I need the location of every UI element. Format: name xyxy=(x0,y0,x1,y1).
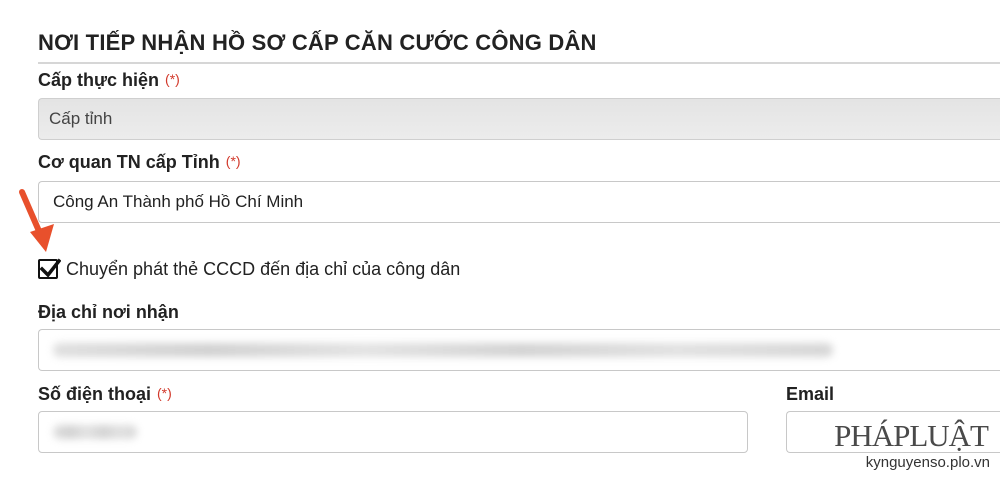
agency-label-text: Cơ quan TN cấp Tỉnh xyxy=(38,152,220,172)
required-mark: (*) xyxy=(165,71,180,87)
level-label-text: Cấp thực hiện xyxy=(38,70,160,90)
section-title: NƠI TIẾP NHẬN HỒ SƠ CẤP CĂN CƯỚC CÔNG DÂ… xyxy=(38,30,597,55)
phone-label-text: Số điện thoại xyxy=(38,384,152,404)
phone-input[interactable] xyxy=(38,411,748,453)
address-input[interactable] xyxy=(38,329,1000,371)
brand-logo: PHÁPLUẬT xyxy=(834,418,989,453)
address-label: Địa chỉ nơi nhận xyxy=(38,302,179,322)
title-divider xyxy=(38,62,1000,64)
level-label: Cấp thực hiện (*) xyxy=(38,70,180,91)
phone-label: Số điện thoại (*) xyxy=(38,384,172,405)
required-mark: (*) xyxy=(225,153,241,169)
agency-label: Cơ quan TN cấp Tỉnh (*) xyxy=(38,152,241,173)
blurred-phone xyxy=(53,425,137,439)
blurred-address xyxy=(53,343,833,357)
delivery-checkbox-label[interactable]: Chuyển phát thẻ CCCD đến địa chỉ của côn… xyxy=(66,259,460,280)
agency-select[interactable]: Công An Thành phố Hồ Chí Minh xyxy=(38,181,1000,223)
site-watermark: kynguyenso.plo.vn xyxy=(865,454,990,471)
agency-value: Công An Thành phố Hồ Chí Minh xyxy=(53,192,304,211)
email-label: Email xyxy=(786,384,835,404)
checkmark-icon xyxy=(39,258,61,278)
level-select[interactable]: Cấp tỉnh xyxy=(38,98,1000,140)
red-arrow-icon xyxy=(19,189,54,252)
required-mark: (*) xyxy=(157,385,172,401)
delivery-checkbox[interactable] xyxy=(38,258,61,279)
level-value: Cấp tỉnh xyxy=(49,109,113,128)
